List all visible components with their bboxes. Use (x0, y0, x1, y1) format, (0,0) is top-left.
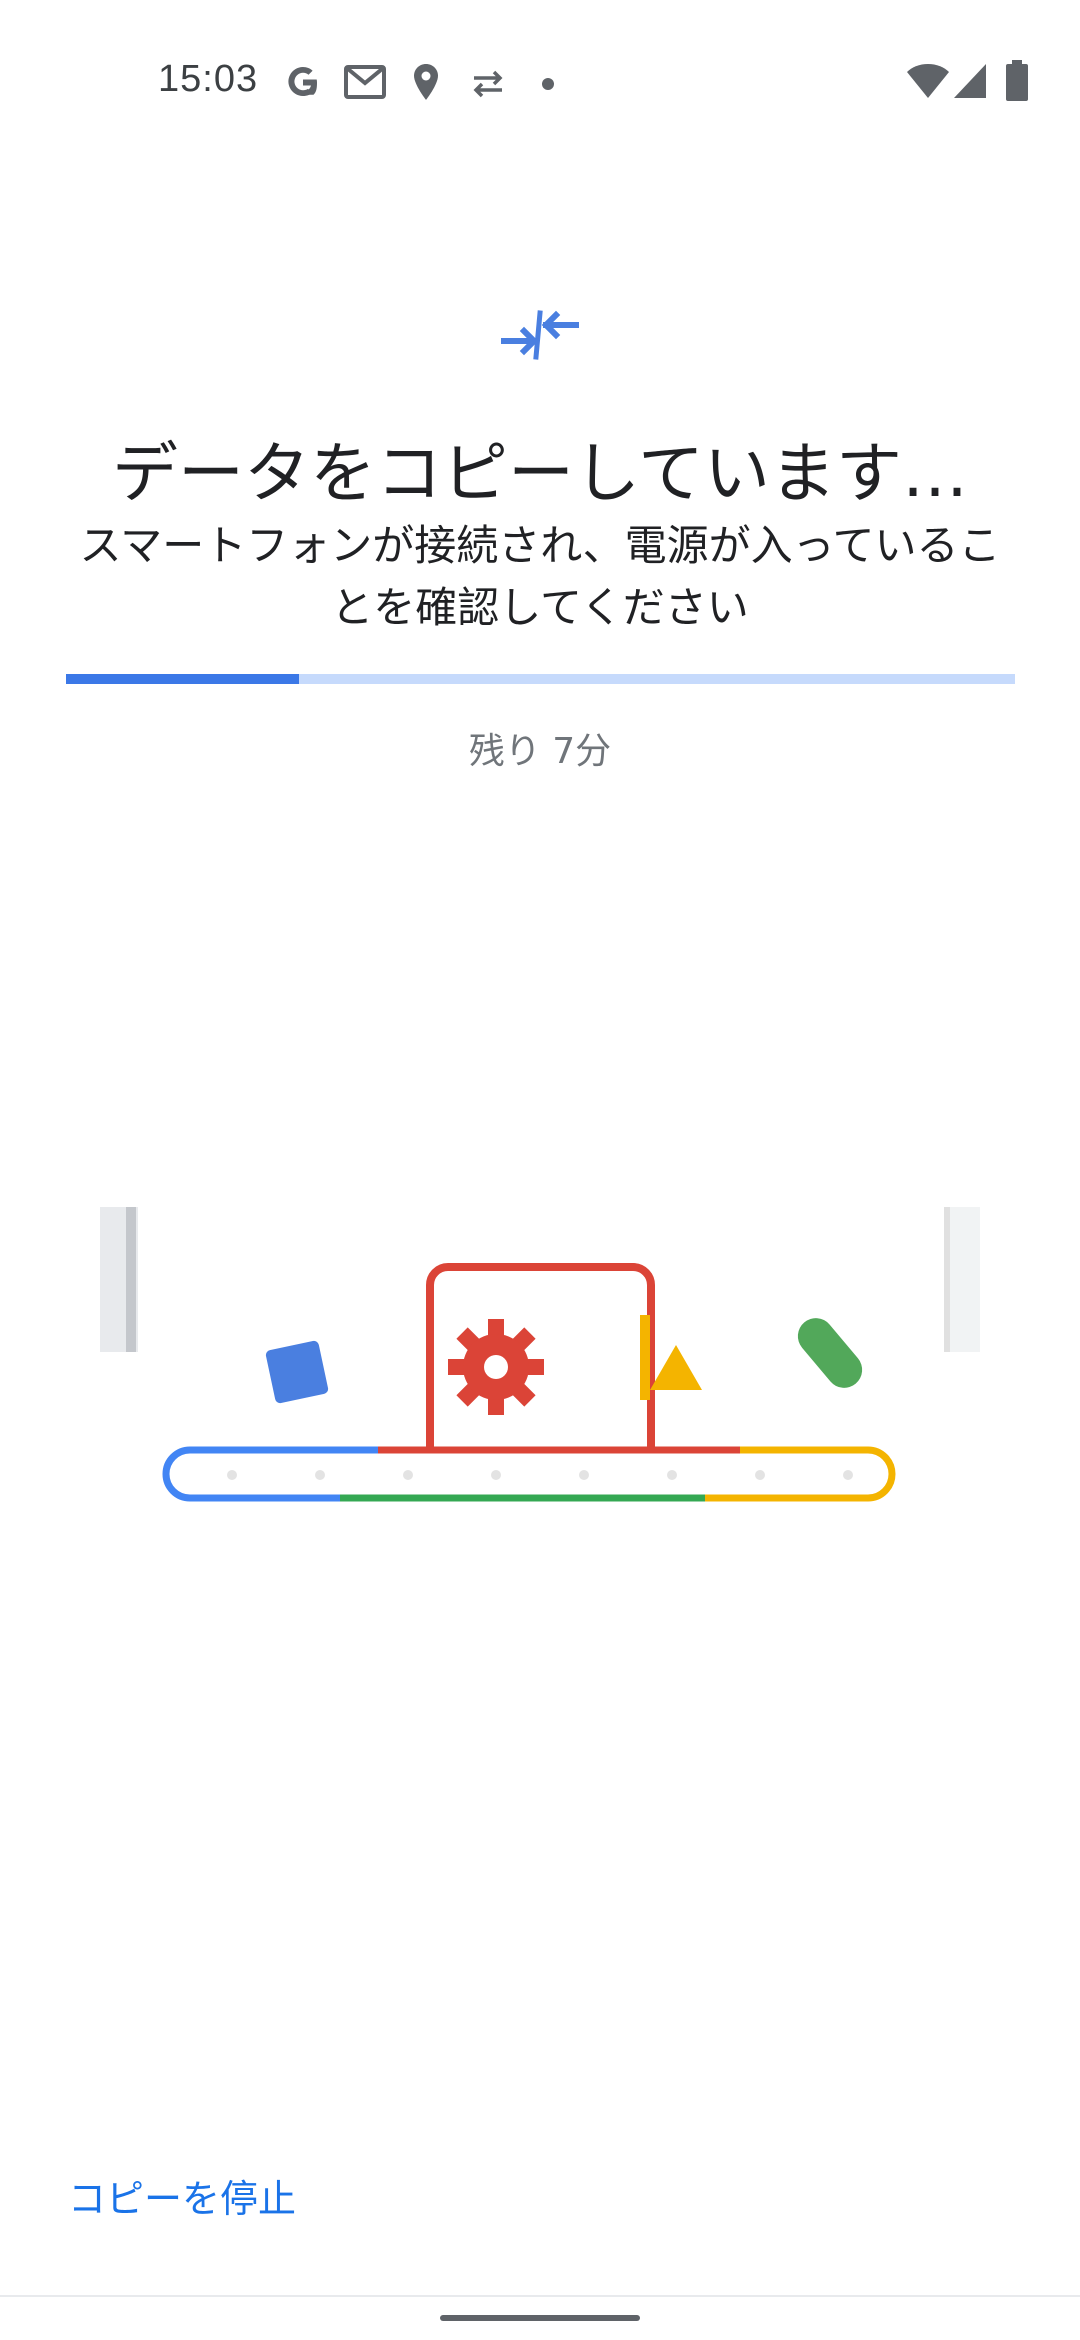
bottom-divider (0, 2295, 1080, 2297)
gear-shape (448, 1319, 544, 1415)
blue-square (265, 1340, 329, 1404)
navigation-handle[interactable] (440, 2315, 640, 2321)
green-pill (797, 1318, 863, 1388)
copy-progress-bar (66, 674, 1015, 684)
cell-signal-icon (952, 62, 988, 104)
gmail-icon (344, 64, 386, 104)
yellow-triangle (650, 1345, 702, 1390)
google-g-icon (283, 62, 323, 106)
location-icon (412, 62, 440, 106)
stop-copy-button[interactable]: コピーを停止 (68, 2168, 296, 2223)
status-time: 15:03 (158, 58, 259, 100)
dot-icon (541, 76, 555, 95)
page-subtitle: スマートフォンが接続され、電源が入っていることを確認してください (79, 521, 1001, 632)
progress-fill (66, 674, 299, 684)
time-remaining: 残り 7分 (468, 731, 612, 772)
conveyor-illustration (90, 1195, 990, 1525)
page-title: データをコピーしています… (111, 435, 969, 512)
wifi-icon (906, 62, 950, 104)
data-transfer-icon (470, 70, 506, 102)
copy-arrows-icon (500, 305, 580, 365)
battery-icon (1005, 60, 1029, 106)
status-bar: 15:03 (0, 0, 1080, 165)
